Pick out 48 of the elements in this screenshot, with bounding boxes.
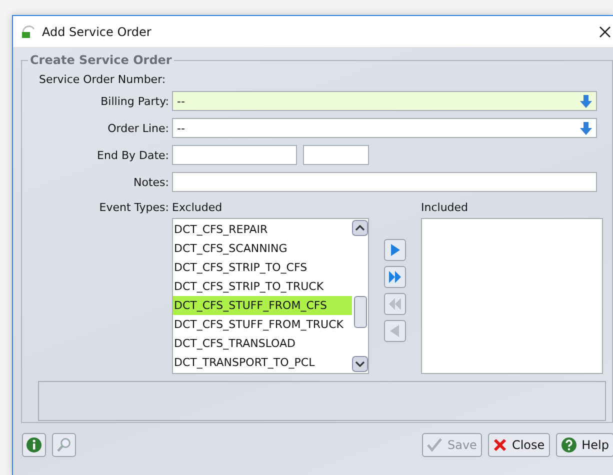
close-icon [492, 438, 507, 452]
field-label: Notes: [132, 176, 169, 188]
list-item[interactable]: DCT_CFS_STUFF_FROM_TRUCK [173, 315, 352, 334]
footer-button[interactable]: Close [488, 433, 550, 457]
arrow-icon [388, 243, 402, 257]
scroll-thumb[interactable] [354, 296, 366, 328]
notes-field[interactable] [172, 172, 597, 192]
double-arrow-icon [388, 270, 402, 284]
info-icon [26, 437, 42, 453]
group-title: Create Service Order [29, 53, 173, 67]
field-label: Service Order Number: [39, 73, 167, 86]
list-item[interactable]: DCT_CFS_STRIP_TO_TRUCK [173, 277, 352, 296]
move-button[interactable] [384, 239, 406, 261]
list-item[interactable]: DCT_CFS_STUFF_FROM_CFS [173, 296, 352, 315]
list-heading: Excluded [172, 201, 224, 215]
help-icon [560, 437, 577, 453]
scroll-down-icon[interactable] [352, 356, 368, 372]
dropdown-value: -- [177, 94, 185, 108]
down-arrow-icon [580, 122, 592, 134]
down-arrow-icon [580, 94, 592, 108]
scrollbar[interactable] [352, 219, 368, 373]
search-button[interactable] [52, 433, 76, 457]
field-label: Event Types: [98, 201, 169, 216]
close-icon[interactable] [599, 26, 611, 38]
list-item[interactable]: DCT_CFS_SCANNING [173, 239, 352, 258]
arrow-icon [388, 324, 402, 338]
field-label: Order Line: [106, 122, 169, 134]
search-icon [56, 437, 72, 453]
checkmark-icon [427, 438, 442, 452]
move-button[interactable] [384, 266, 406, 288]
list-item[interactable]: DCT_CFS_STRIP_TO_CFS [173, 258, 352, 277]
list-item[interactable]: DCT_TRANSPORT_TO_PCL [173, 353, 352, 372]
list-heading: Included [421, 201, 470, 215]
window-title: Add Service Order [42, 24, 152, 38]
list-item[interactable]: DCT_CFS_TRANSLOAD [173, 334, 352, 353]
dropdown-field[interactable]: -- [172, 118, 597, 138]
dropdown-value: -- [177, 122, 185, 134]
time-field[interactable] [303, 145, 369, 165]
footer-button[interactable]: Help [556, 433, 613, 457]
double-arrow-icon [388, 297, 402, 311]
field-label: Billing Party: [100, 94, 169, 108]
list-item[interactable]: DCT_CFS_REPAIR [173, 220, 352, 239]
dropdown-field[interactable]: -- [172, 91, 597, 111]
info-button[interactable] [22, 433, 46, 457]
app-icon [21, 24, 35, 38]
field-label: End By Date: [96, 148, 169, 162]
date-field[interactable] [172, 145, 297, 165]
scroll-up-icon[interactable] [352, 220, 368, 236]
